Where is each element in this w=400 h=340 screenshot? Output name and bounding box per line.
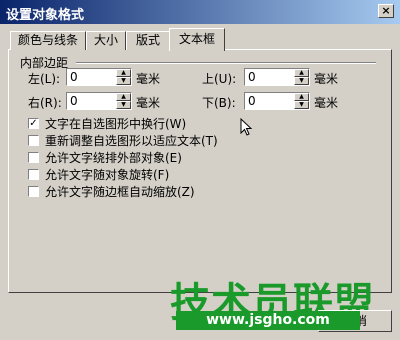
mouse-cursor-icon <box>240 118 253 136</box>
option-rotate-text-label: 允许文字随对象旋转(F) <box>45 167 170 182</box>
spin-down-icon[interactable]: ▼ <box>294 101 309 109</box>
option-wrap-text[interactable]: ✓ 文字在自选图形中换行(W) <box>28 116 187 131</box>
option-resize-shape[interactable]: 重新调整自选图形以适应文本(T) <box>28 133 218 148</box>
option-autofit[interactable]: 允许文字随边框自动缩放(Z) <box>28 184 195 199</box>
option-resize-shape-label: 重新调整自选图形以适应文本(T) <box>45 133 218 148</box>
bottom-margin-unit: 毫米 <box>314 96 339 110</box>
margins-group-label: 内部边距 <box>20 56 69 70</box>
title-bar: 设置对象格式 × <box>0 0 400 24</box>
spin-up-icon[interactable]: ▲ <box>116 69 131 77</box>
option-wrap-outside[interactable]: 允许文字绕排外部对象(E) <box>28 150 182 165</box>
top-margin-label: 上(U): <box>202 72 237 86</box>
tab-layout[interactable]: 版式 <box>126 31 170 50</box>
left-margin-unit: 毫米 <box>136 72 161 86</box>
tab-size[interactable]: 大小 <box>86 31 126 50</box>
bottom-margin-label: 下(B): <box>202 96 236 110</box>
group-divider <box>76 62 376 64</box>
option-autofit-label: 允许文字随边框自动缩放(Z) <box>45 184 195 199</box>
checkbox-wrap-text[interactable]: ✓ <box>28 117 39 129</box>
top-margin-value[interactable]: 0 <box>248 70 256 84</box>
right-margin-label: 右(R): <box>28 96 62 110</box>
right-margin-spinner[interactable]: 0 ▲ ▼ <box>66 92 132 110</box>
left-margin-spinner[interactable]: 0 ▲ ▼ <box>66 68 132 86</box>
spin-down-icon[interactable]: ▼ <box>116 77 131 85</box>
bottom-margin-value[interactable]: 0 <box>248 94 256 108</box>
left-margin-value[interactable]: 0 <box>70 70 78 84</box>
top-margin-unit: 毫米 <box>314 72 339 86</box>
tab-colors-lines[interactable]: 颜色与线条 <box>10 31 86 50</box>
spin-up-icon[interactable]: ▲ <box>116 93 131 101</box>
checkbox-wrap-outside[interactable] <box>28 151 39 163</box>
spin-up-icon[interactable]: ▲ <box>294 69 309 77</box>
checkbox-rotate-text[interactable] <box>28 168 39 180</box>
checkbox-resize-shape[interactable] <box>28 134 39 146</box>
right-margin-value[interactable]: 0 <box>70 94 78 108</box>
close-button[interactable]: × <box>378 4 394 18</box>
spin-up-icon[interactable]: ▲ <box>294 93 309 101</box>
right-margin-unit: 毫米 <box>136 96 161 110</box>
left-margin-label: 左(L): <box>28 72 61 86</box>
option-wrap-outside-label: 允许文字绕排外部对象(E) <box>45 150 182 165</box>
top-margin-spinner[interactable]: 0 ▲ ▼ <box>244 68 310 86</box>
bottom-margin-spinner[interactable]: 0 ▲ ▼ <box>244 92 310 110</box>
checkbox-autofit[interactable] <box>28 185 39 197</box>
tab-textbox[interactable]: 文本框 <box>169 28 225 51</box>
window-title: 设置对象格式 <box>6 8 85 23</box>
option-rotate-text[interactable]: 允许文字随对象旋转(F) <box>28 167 170 182</box>
spin-down-icon[interactable]: ▼ <box>294 77 309 85</box>
option-wrap-text-label: 文字在自选图形中换行(W) <box>45 116 187 131</box>
watermark-url: www.jsgho.com <box>176 311 360 330</box>
spin-down-icon[interactable]: ▼ <box>116 101 131 109</box>
